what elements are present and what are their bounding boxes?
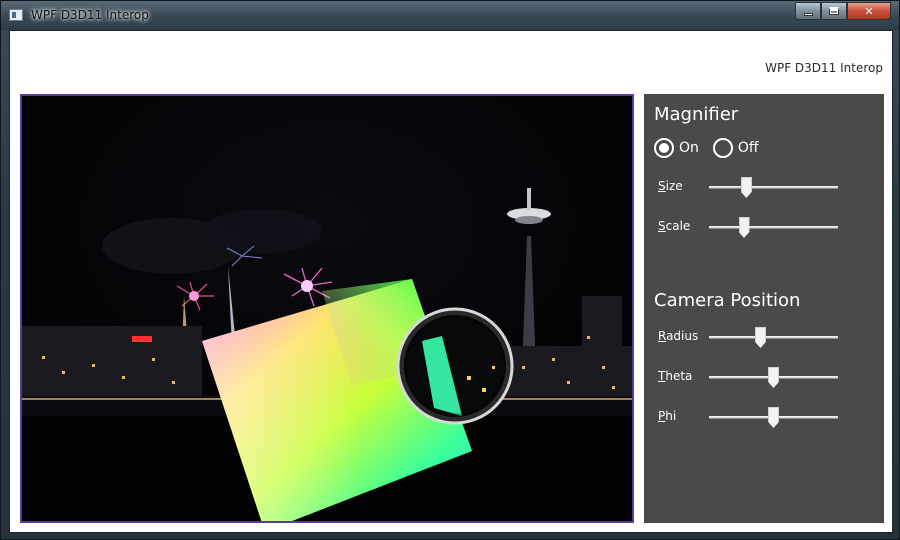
size-slider-thumb[interactable] — [740, 177, 752, 198]
caption-buttons: ✕ — [795, 2, 891, 21]
radius-slider-row: Radius — [658, 326, 858, 348]
magnifier-toggle: On Off — [654, 138, 773, 158]
scale-label: Scale — [658, 219, 691, 233]
scale-slider-row: Scale — [658, 216, 858, 238]
phi-slider-row: Phi — [658, 406, 858, 428]
magnifier-on-label: On — [679, 140, 699, 156]
window-title: WPF D3D11 Interop — [31, 8, 149, 22]
magnifier-off-radio[interactable]: Off — [712, 138, 759, 158]
camera-position-title: Camera Position — [654, 290, 801, 311]
settings-panel: Magnifier On Off Size Scale Camera Posit… — [644, 94, 884, 523]
minimize-button[interactable] — [795, 2, 821, 20]
magnifier-off-label: Off — [737, 140, 759, 156]
title-bar[interactable]: WPF D3D11 Interop ✕ — [1, 1, 899, 30]
maximize-icon — [829, 7, 839, 15]
scale-slider-thumb[interactable] — [738, 217, 750, 238]
size-label: Size — [658, 179, 683, 193]
theta-label: Theta — [658, 369, 693, 383]
close-button[interactable]: ✕ — [847, 2, 891, 20]
radio-unchecked-icon — [712, 138, 733, 158]
scale-slider-track[interactable] — [709, 226, 838, 229]
theta-slider-row: Theta — [658, 366, 858, 388]
size-slider-row: Size — [658, 176, 858, 198]
radius-label: Radius — [658, 329, 699, 343]
magnifier-title: Magnifier — [654, 104, 739, 125]
client-area: WPF D3D11 Interop Magnifier On Off Size … — [9, 30, 893, 533]
radio-checked-icon — [654, 138, 674, 158]
minimize-icon — [803, 12, 813, 16]
rendered-scene — [22, 96, 632, 521]
maximize-button[interactable] — [821, 2, 847, 20]
close-icon: ✕ — [864, 4, 874, 18]
size-slider-track[interactable] — [709, 186, 838, 189]
radius-slider-thumb[interactable] — [755, 327, 767, 348]
app-window: WPF D3D11 Interop ✕ WPF D3D11 Interop Ma… — [0, 0, 900, 540]
phi-label: Phi — [658, 409, 677, 423]
phi-slider-thumb[interactable] — [768, 407, 779, 428]
magnifier-on-radio[interactable]: On — [654, 138, 699, 158]
theta-slider-thumb[interactable] — [768, 367, 779, 388]
header-label: WPF D3D11 Interop — [765, 61, 883, 75]
d3d-viewport[interactable] — [20, 94, 634, 523]
app-window-icon[interactable] — [9, 9, 23, 21]
radius-slider-track[interactable] — [709, 336, 838, 339]
